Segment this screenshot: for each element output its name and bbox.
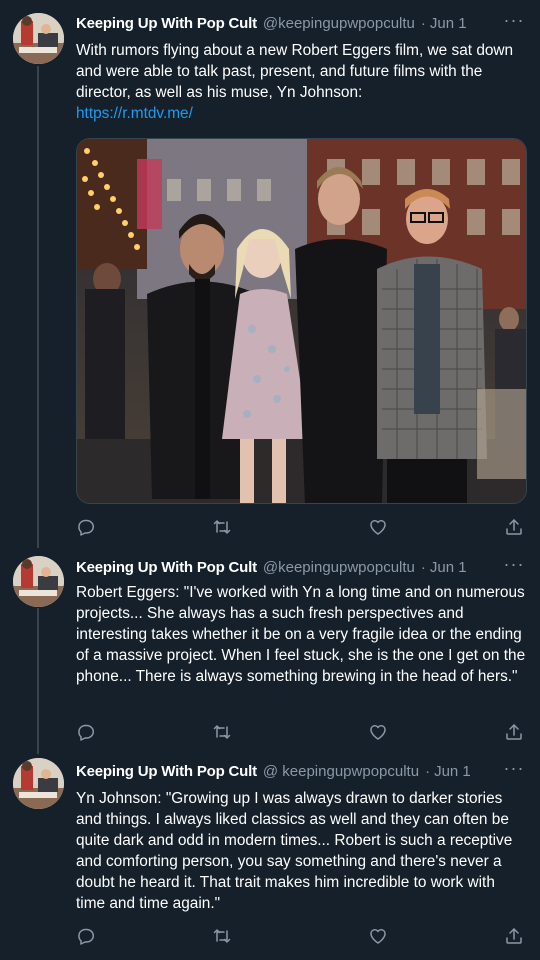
- avatar[interactable]: [13, 13, 64, 64]
- like-icon[interactable]: [368, 517, 388, 537]
- tweet-text: Yn Johnson: "Growing up I was always dra…: [76, 790, 513, 912]
- separator-dot: ·: [425, 762, 431, 780]
- display-name[interactable]: Keeping Up With Pop Cult: [76, 763, 257, 780]
- tweet-header: Keeping Up With Pop Cult @keepingupwpopc…: [76, 556, 530, 578]
- tweet[interactable]: Keeping Up With Pop Cult @keepingupwpopc…: [0, 548, 540, 754]
- display-name[interactable]: Keeping Up With Pop Cult: [76, 15, 257, 32]
- tweet-actions: [76, 517, 526, 537]
- user-handle[interactable]: @ keepingupwpopcultu: [263, 763, 419, 780]
- display-name[interactable]: Keeping Up With Pop Cult: [76, 559, 257, 576]
- tweet-text-content: With rumors flying about a new Robert Eg…: [76, 42, 514, 101]
- reply-icon[interactable]: [76, 722, 96, 742]
- tweet-photo[interactable]: [76, 138, 527, 504]
- like-icon[interactable]: [368, 722, 388, 742]
- share-icon[interactable]: [504, 517, 524, 537]
- tweet[interactable]: Keeping Up With Pop Cult @keepingupwpopc…: [0, 0, 540, 548]
- tweet-header: Keeping Up With Pop Cult @keepingupwpopc…: [76, 12, 530, 34]
- reply-icon[interactable]: [76, 926, 96, 946]
- tweet-date[interactable]: Jun 1: [430, 15, 467, 32]
- tweet-date[interactable]: Jun 1: [430, 559, 467, 576]
- retweet-icon[interactable]: [212, 722, 232, 742]
- more-options-icon[interactable]: ···: [502, 11, 526, 33]
- tweet-text: Robert Eggers: "I've worked with Yn a lo…: [76, 584, 526, 685]
- reply-icon[interactable]: [76, 517, 96, 537]
- separator-dot: ·: [420, 558, 426, 576]
- retweet-icon[interactable]: [212, 926, 232, 946]
- tweet-link[interactable]: https://r.mtdv.me/: [76, 103, 528, 124]
- separator-dot: ·: [420, 14, 426, 32]
- retweet-icon[interactable]: [212, 517, 232, 537]
- like-icon[interactable]: [368, 926, 388, 946]
- tweet-header: Keeping Up With Pop Cult @ keepingupwpop…: [76, 760, 530, 782]
- tweet-text: With rumors flying about a new Robert Eg…: [76, 40, 528, 124]
- avatar[interactable]: [13, 556, 64, 607]
- share-icon[interactable]: [504, 722, 524, 742]
- tweet-actions: [76, 926, 526, 946]
- more-options-icon[interactable]: ···: [502, 555, 526, 577]
- user-handle[interactable]: @keepingupwpopcultu: [263, 559, 415, 576]
- more-options-icon[interactable]: ···: [502, 759, 526, 781]
- tweet-actions: [76, 722, 526, 742]
- share-icon[interactable]: [504, 926, 524, 946]
- tweet-date[interactable]: Jun 1: [434, 763, 471, 780]
- user-handle[interactable]: @keepingupwpopcultu: [263, 15, 415, 32]
- tweet[interactable]: Keeping Up With Pop Cult @ keepingupwpop…: [0, 754, 540, 960]
- avatar[interactable]: [13, 758, 64, 809]
